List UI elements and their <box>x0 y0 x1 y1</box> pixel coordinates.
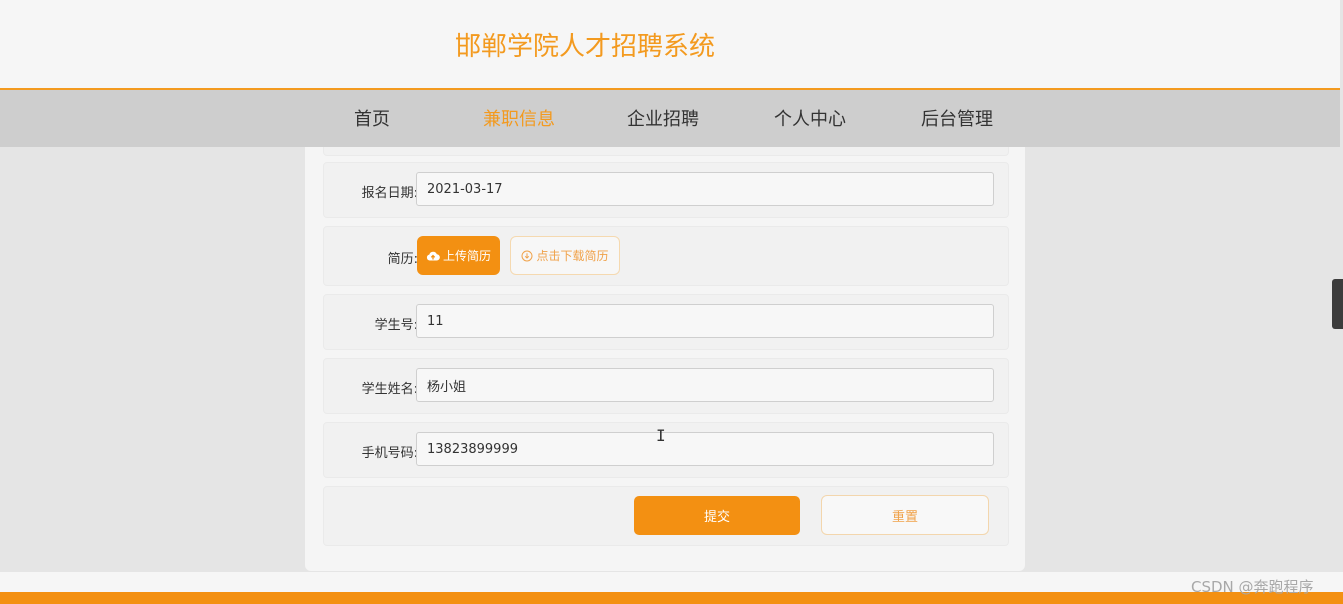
footer-area <box>0 572 1343 592</box>
nav-item-recruitment[interactable]: 企业招聘 <box>627 105 699 131</box>
student-name-input[interactable]: 杨小姐 <box>416 368 994 402</box>
form-card: 报名日期: 2021-03-17 简历: 上传简历 点击下载简历 学生号: 11… <box>305 147 1025 571</box>
phone-input[interactable]: 13823899999 <box>416 432 994 466</box>
download-resume-label: 点击下载简历 <box>536 249 609 263</box>
side-collapse-tab[interactable] <box>1332 279 1343 329</box>
form-row-actions: 提交 重置 <box>323 486 1009 546</box>
upload-resume-label: 上传简历 <box>442 249 491 263</box>
nav-item-admin[interactable]: 后台管理 <box>921 105 993 131</box>
download-circle-icon <box>521 250 533 261</box>
form-row-student-no: 学生号: 11 <box>323 294 1009 350</box>
text-cursor-icon: I <box>656 426 666 445</box>
phone-label: 手机号码: <box>361 446 418 461</box>
signup-date-input[interactable]: 2021-03-17 <box>416 172 994 206</box>
download-resume-button[interactable]: 点击下载简历 <box>510 236 620 275</box>
watermark: CSDN @奔跑程序 <box>1191 578 1314 596</box>
form-row-signup-date: 报名日期: 2021-03-17 <box>323 162 1009 218</box>
reset-button[interactable]: 重置 <box>821 495 989 535</box>
nav-item-home[interactable]: 首页 <box>354 105 390 131</box>
submit-button[interactable]: 提交 <box>634 496 800 535</box>
student-no-label: 学生号: <box>374 318 418 333</box>
student-name-label: 学生姓名: <box>361 382 418 397</box>
footer-bar <box>0 592 1343 604</box>
form-row-partial <box>323 147 1009 156</box>
form-row-resume: 简历: 上传简历 点击下载简历 <box>323 226 1009 286</box>
nav-item-profile[interactable]: 个人中心 <box>774 105 846 131</box>
site-header: 邯郸学院人才招聘系统 <box>0 0 1340 90</box>
main-nav: 首页 兼职信息 企业招聘 个人中心 后台管理 <box>0 90 1340 147</box>
student-no-input[interactable]: 11 <box>416 304 994 338</box>
form-row-student-name: 学生姓名: 杨小姐 <box>323 358 1009 414</box>
signup-date-label: 报名日期: <box>361 186 418 201</box>
upload-resume-button[interactable]: 上传简历 <box>417 236 500 275</box>
nav-item-parttime[interactable]: 兼职信息 <box>483 105 555 131</box>
resume-label: 简历: <box>387 252 418 267</box>
form-row-phone: 手机号码: 13823899999 <box>323 422 1009 478</box>
site-title: 邯郸学院人才招聘系统 <box>455 32 716 62</box>
page: 邯郸学院人才招聘系统 首页 兼职信息 企业招聘 个人中心 后台管理 报名日期: … <box>0 0 1343 604</box>
cloud-upload-icon <box>426 251 440 261</box>
